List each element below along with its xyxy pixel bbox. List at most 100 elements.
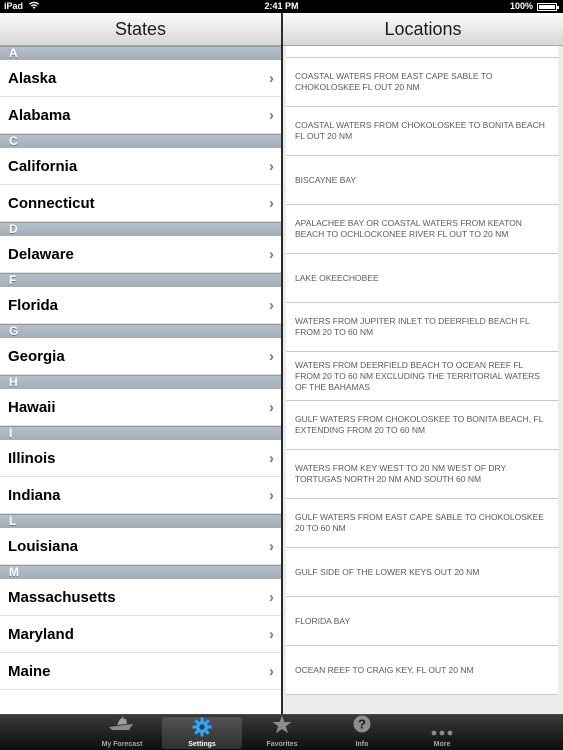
state-row-illinois[interactable]: Illinois › xyxy=(0,440,281,477)
location-row[interactable]: WATERS FROM KEY WEST TO 20 NM WEST OF DR… xyxy=(286,450,558,499)
location-label: GULF WATERS FROM EAST CAPE SABLE TO CHOK… xyxy=(295,512,544,533)
star-icon xyxy=(242,715,322,735)
state-row-connecticut[interactable]: Connecticut › xyxy=(0,185,281,222)
state-label: Alaska xyxy=(8,70,57,87)
chevron-right-icon: › xyxy=(269,348,274,365)
location-row[interactable]: APALACHEE BAY OR COASTAL WATERS FROM KEA… xyxy=(286,205,558,254)
location-label: WATERS FROM JUPITER INLET TO DEERFIELD B… xyxy=(295,316,530,337)
state-label: Georgia xyxy=(8,348,65,365)
state-row-maine[interactable]: Maine › xyxy=(0,653,281,690)
chevron-right-icon: › xyxy=(269,487,274,504)
location-row[interactable]: GULF SIDE OF THE LOWER KEYS OUT 20 NM xyxy=(286,548,558,597)
location-label: WATERS FROM KEY WEST TO 20 NM WEST OF DR… xyxy=(295,463,506,484)
state-label: Connecticut xyxy=(8,195,95,212)
section-header-m: M xyxy=(0,565,281,579)
chevron-right-icon: › xyxy=(269,399,274,416)
state-label: Louisiana xyxy=(8,538,79,555)
chevron-right-icon: › xyxy=(269,246,274,263)
states-title: States xyxy=(114,19,167,39)
location-row[interactable]: COASTAL WATERS FROM EAST CAPE SABLE TO C… xyxy=(286,58,558,107)
chevron-right-icon: › xyxy=(269,70,274,87)
location-row[interactable]: LAKE OKEECHOBEE xyxy=(286,254,558,303)
svg-text:?: ? xyxy=(358,717,366,732)
location-label: GULF SIDE OF THE LOWER KEYS OUT 20 NM xyxy=(295,566,480,577)
chevron-right-icon: › xyxy=(269,626,274,643)
battery-icon xyxy=(537,3,559,11)
locations-list[interactable]: COASTAL WATERS FROM EAST CAPE SABLE TO C… xyxy=(283,46,563,695)
location-label: FLORIDA BAY xyxy=(295,615,351,626)
section-header-f: F xyxy=(0,273,281,287)
state-row-maryland[interactable]: Maryland › xyxy=(0,616,281,653)
state-label: Indiana xyxy=(8,487,61,504)
section-header-g: G xyxy=(0,324,281,338)
state-label: Massachusetts xyxy=(8,589,116,606)
tab-label: Settings xyxy=(188,741,216,748)
location-label: COASTAL WATERS FROM EAST CAPE SABLE TO C… xyxy=(295,71,493,92)
states-navbar: States xyxy=(0,13,281,46)
state-row-alaska[interactable]: Alaska › xyxy=(0,60,281,97)
state-row-hawaii[interactable]: Hawaii › xyxy=(0,389,281,426)
more-icon xyxy=(402,715,482,736)
location-label: GULF WATERS FROM CHOKOLOSKEE TO BONITA B… xyxy=(295,414,544,435)
location-label: BISCAYNE BAY xyxy=(295,174,357,185)
state-row-indiana[interactable]: Indiana › xyxy=(0,477,281,514)
tab-label: My Forecast xyxy=(101,741,143,748)
location-row[interactable]: BISCAYNE BAY xyxy=(286,156,558,205)
state-row-louisiana[interactable]: Louisiana › xyxy=(0,528,281,565)
chevron-right-icon: › xyxy=(269,107,274,124)
locations-title: Locations xyxy=(384,19,462,39)
tab-label: More xyxy=(433,741,451,748)
state-row-california[interactable]: California › xyxy=(0,148,281,185)
location-label: COASTAL WATERS FROM CHOKOLOSKEE TO BONIT… xyxy=(295,120,545,141)
list-item[interactable] xyxy=(286,46,558,58)
tab-label: Favorites xyxy=(266,741,298,748)
state-label: Alabama xyxy=(8,107,71,124)
clock: 2:41 PM xyxy=(264,1,299,11)
state-row-massachusetts[interactable]: Massachusetts › xyxy=(0,579,281,616)
question-icon: ? xyxy=(322,715,402,735)
chevron-right-icon: › xyxy=(269,195,274,212)
section-header-d: D xyxy=(0,222,281,236)
battery-percent: 100% xyxy=(509,1,533,11)
tab-my-forecast[interactable]: My Forecast xyxy=(82,715,162,750)
location-row[interactable]: FLORIDA BAY xyxy=(286,597,558,646)
state-label: Illinois xyxy=(8,450,56,467)
location-row[interactable]: WATERS FROM DEERFIELD BEACH TO OCEAN REE… xyxy=(286,352,558,401)
location-row[interactable]: WATERS FROM JUPITER INLET TO DEERFIELD B… xyxy=(286,303,558,352)
chevron-right-icon: › xyxy=(269,538,274,555)
location-label: OCEAN REEF TO CRAIG KEY, FL OUT 20 NM xyxy=(295,664,474,675)
state-label: Delaware xyxy=(8,246,74,263)
location-row[interactable]: COASTAL WATERS FROM CHOKOLOSKEE TO BONIT… xyxy=(286,107,558,156)
state-row-georgia[interactable]: Georgia › xyxy=(0,338,281,375)
boat-icon xyxy=(82,715,162,735)
tab-bar: My Forecast Settings Favorites ? Info More xyxy=(0,714,563,750)
location-row[interactable]: GULF WATERS FROM EAST CAPE SABLE TO CHOK… xyxy=(286,499,558,548)
section-header-i: I xyxy=(0,426,281,440)
state-row-florida[interactable]: Florida › xyxy=(0,287,281,324)
state-row-alabama[interactable]: Alabama › xyxy=(0,97,281,134)
location-row[interactable]: GULF WATERS FROM CHOKOLOSKEE TO BONITA B… xyxy=(286,401,558,450)
state-row-delaware[interactable]: Delaware › xyxy=(0,236,281,273)
chevron-right-icon: › xyxy=(269,589,274,606)
state-label: Hawaii xyxy=(8,399,56,416)
chevron-right-icon: › xyxy=(269,158,274,175)
state-label: Florida xyxy=(8,297,59,314)
tab-settings[interactable]: Settings xyxy=(162,717,242,749)
location-label: WATERS FROM DEERFIELD BEACH TO OCEAN REE… xyxy=(295,359,540,392)
state-label: Maryland xyxy=(8,626,74,643)
state-label: California xyxy=(8,158,78,175)
locations-pane: Locations COASTAL WATERS FROM EAST CAPE … xyxy=(283,13,563,714)
section-header-l: L xyxy=(0,514,281,528)
status-bar: iPad 2:41 PM 100% xyxy=(0,0,563,13)
tab-favorites[interactable]: Favorites xyxy=(242,715,322,750)
tab-info[interactable]: ? Info xyxy=(322,715,402,750)
chevron-right-icon: › xyxy=(269,297,274,314)
tab-more[interactable]: More xyxy=(402,715,482,750)
section-header-h: H xyxy=(0,375,281,389)
section-header-a: A xyxy=(0,46,281,60)
location-row[interactable]: OCEAN REEF TO CRAIG KEY, FL OUT 20 NM xyxy=(286,646,558,695)
location-label: LAKE OKEECHOBEE xyxy=(295,272,379,283)
states-list[interactable]: A Alaska › Alabama › C California › Connecticut ›… xyxy=(0,46,281,690)
location-label: APALACHEE BAY OR COASTAL WATERS FROM KEA… xyxy=(295,218,522,239)
states-pane: States A Alaska › Alabama › C California › Conne… xyxy=(0,13,281,714)
